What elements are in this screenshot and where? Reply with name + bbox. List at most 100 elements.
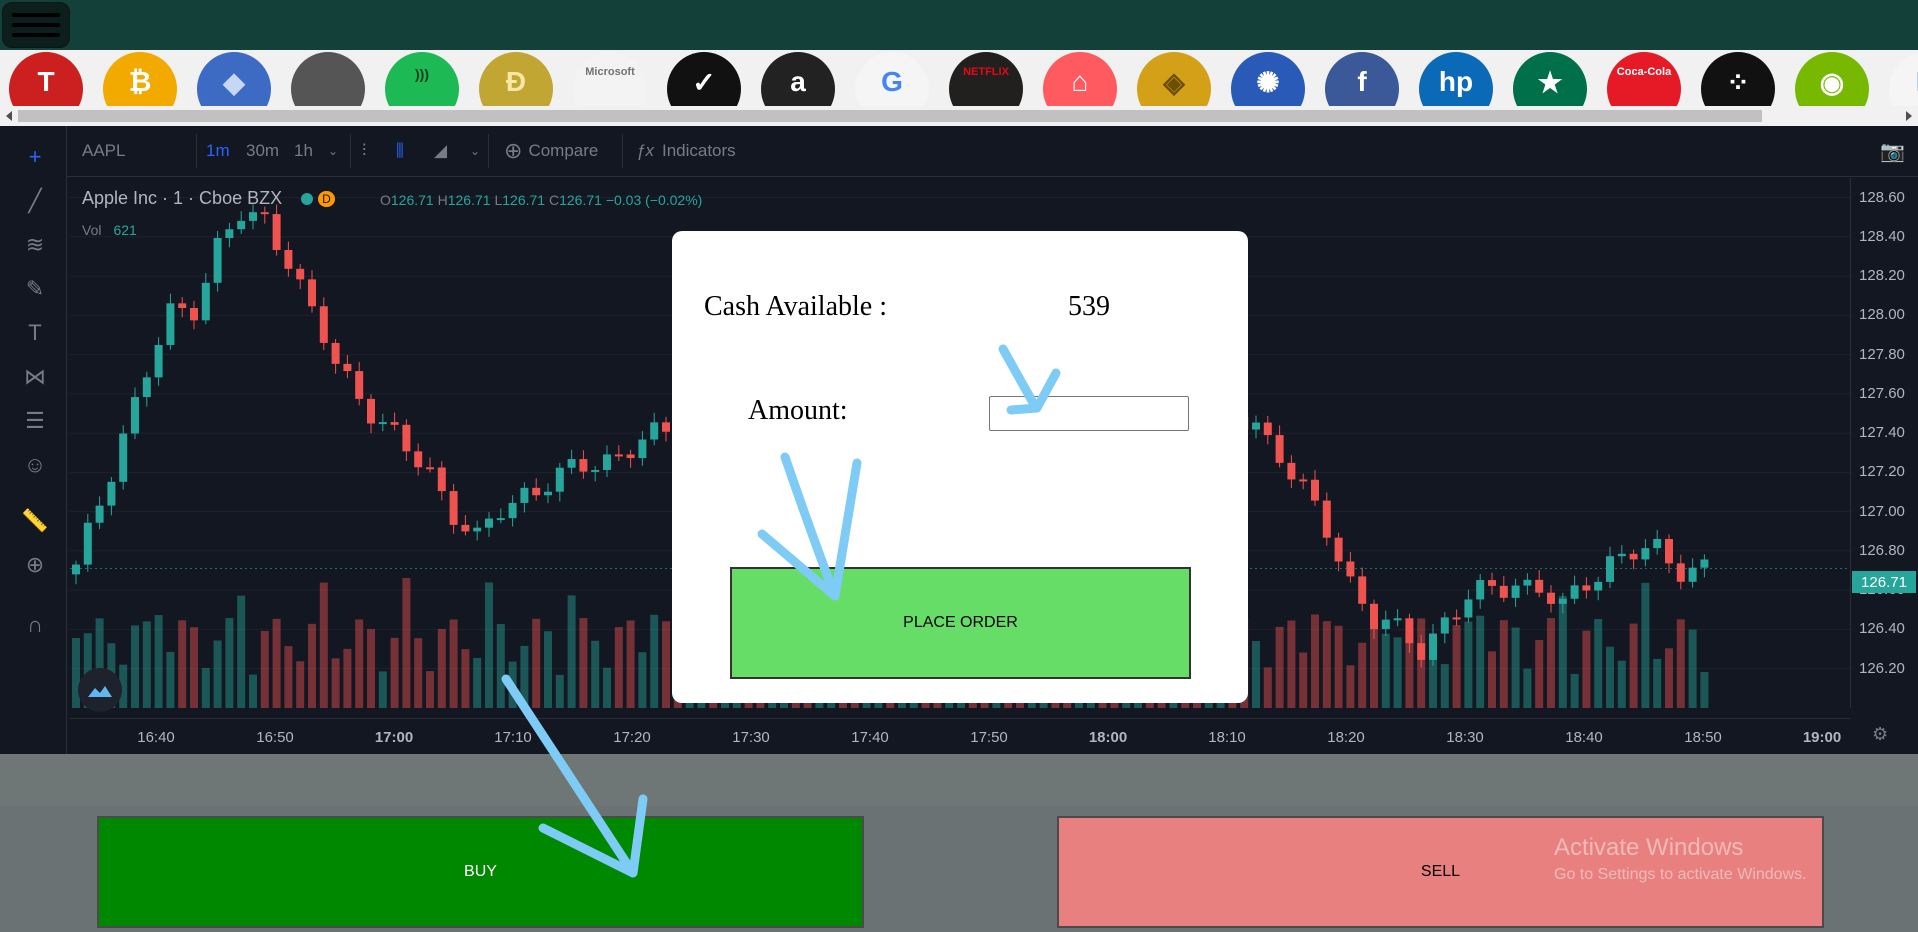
volume-bar: [390, 637, 399, 708]
interval-1h[interactable]: 1h: [294, 126, 313, 176]
ruler-icon[interactable]: 📏: [18, 506, 52, 536]
settings-gear-icon[interactable]: ⚙: [1872, 724, 1888, 745]
price-tick-label: 126.80: [1859, 541, 1905, 559]
magnet-icon[interactable]: ∩: [18, 610, 52, 640]
facebook-logo-icon[interactable]: f: [1325, 52, 1399, 106]
volume-bar: [1523, 668, 1532, 708]
zoom-in-icon[interactable]: ⊕: [18, 550, 52, 580]
candle-body: [520, 487, 529, 503]
compare-button[interactable]: ⊕ Compare: [504, 126, 598, 176]
interval-30m[interactable]: 30m: [246, 126, 279, 176]
candle-body: [1429, 633, 1437, 660]
logo-mark: ✓: [692, 67, 716, 98]
toolbar-divider: [622, 134, 623, 168]
candle-body: [449, 491, 458, 525]
price-tick-label: 128.60: [1859, 188, 1905, 206]
trend-line-icon[interactable]: ╱: [18, 186, 52, 216]
dogecoin-logo-icon[interactable]: Ð: [479, 52, 553, 106]
indicators-button[interactable]: ƒx Indicators: [636, 126, 736, 176]
candle-body: [131, 397, 139, 434]
hp-logo-icon[interactable]: hp: [1419, 52, 1493, 106]
volume-bar: [461, 649, 470, 708]
compare-label: Compare: [528, 141, 599, 160]
crosshair-icon[interactable]: +: [18, 142, 52, 172]
bitcoin-logo-icon[interactable]: ₿: [103, 52, 177, 106]
buy-button[interactable]: BUY: [97, 816, 864, 928]
volume-bar: [1488, 651, 1496, 708]
scroll-right-arrow-icon[interactable]: [1906, 111, 1912, 121]
logo-strip-scrollbar[interactable]: [0, 106, 1918, 126]
pattern-tool-icon[interactable]: ⋈: [18, 362, 52, 392]
plus-circle-icon: ⊕: [504, 138, 523, 163]
amazon-logo-icon[interactable]: a: [761, 52, 835, 106]
cocacola-logo-icon[interactable]: Coca-Cola: [1607, 52, 1681, 106]
tesla-logo-icon[interactable]: T: [9, 52, 83, 106]
volume-bar: [154, 615, 163, 708]
cardano-logo-icon[interactable]: ✺: [1231, 52, 1305, 106]
volume-value: 621: [113, 222, 137, 238]
volume-bar: [319, 582, 328, 708]
camera-icon[interactable]: 📷: [1880, 126, 1905, 176]
candle-body: [496, 518, 505, 521]
area-chart-type-icon[interactable]: ◢: [434, 126, 447, 176]
bar-chart-type-icon[interactable]: ⫶: [362, 126, 366, 176]
blackberry-logo-icon[interactable]: ⁘: [1701, 52, 1775, 106]
volume-bar: [166, 651, 175, 708]
candle-body: [1299, 479, 1308, 482]
time-tick-label: 17:10: [494, 729, 532, 746]
partial-logo-icon[interactable]: B: [1889, 52, 1918, 106]
candle-chart-type-icon[interactable]: ⫼: [396, 126, 404, 176]
scrollbar-thumb[interactable]: [18, 110, 1762, 122]
ethereum-logo-icon[interactable]: ◆: [197, 52, 271, 106]
volume-bar: [355, 619, 364, 708]
microsoft-logo-icon[interactable]: Microsoft: [573, 52, 647, 106]
emoji-icon[interactable]: ☺: [18, 450, 52, 480]
interval-1m[interactable]: 1m: [206, 126, 230, 176]
candle-body: [1653, 538, 1662, 549]
price-axis[interactable]: 128.60 128.40 128.20 128.00 127.80 127.60 127.…: [1850, 178, 1918, 708]
interval-dropdown-chevron-icon[interactable]: ⌄: [328, 126, 338, 176]
brush-icon[interactable]: ✎: [18, 274, 52, 304]
toolbar-divider: [350, 134, 351, 168]
volume-bar: [1570, 673, 1579, 708]
price-tick-label: 127.20: [1859, 463, 1905, 481]
text-tool-icon[interactable]: T: [18, 318, 52, 348]
candle-body: [154, 344, 163, 378]
volume-bar: [626, 620, 635, 708]
candle-body: [190, 307, 198, 321]
menu-hamburger-icon[interactable]: [2, 2, 70, 48]
volume-bar: [1334, 625, 1343, 708]
place-order-button[interactable]: PLACE ORDER: [730, 567, 1191, 679]
netflix-logo-icon[interactable]: NETFLIX: [949, 52, 1023, 106]
chart-top-toolbar: AAPL 1m 30m 1h ⌄ ⫶ ⫼ ◢ ⌄ ⊕ Compare ƒx In…: [66, 126, 1918, 177]
nike-logo-icon[interactable]: ✓: [667, 52, 741, 106]
starbucks-logo-icon[interactable]: ★: [1513, 52, 1587, 106]
candle-body: [1263, 422, 1272, 436]
candle-body: [508, 502, 517, 519]
amount-input[interactable]: [989, 396, 1189, 431]
binance-logo-icon[interactable]: ◈: [1137, 52, 1211, 106]
chart-legend-title: Apple Inc · 1 · Cboe BZX D: [82, 188, 335, 209]
airbnb-logo-icon[interactable]: ⌂: [1043, 52, 1117, 106]
scroll-left-arrow-icon[interactable]: [6, 111, 12, 121]
tradingview-logo-icon[interactable]: [78, 668, 122, 712]
symbol-search[interactable]: AAPL: [82, 126, 125, 176]
candle-body: [662, 422, 670, 432]
open-label: O: [380, 192, 391, 208]
candle-body: [1393, 618, 1402, 621]
candle-body: [367, 398, 375, 424]
candle-body: [567, 459, 576, 468]
top-nav-bar: [0, 0, 1918, 50]
fib-tool-icon[interactable]: ≋: [18, 230, 52, 260]
google-logo-icon[interactable]: G: [855, 52, 929, 106]
chart-type-chevron-icon[interactable]: ⌄: [470, 126, 480, 176]
nvidia-logo-icon[interactable]: ◉: [1795, 52, 1869, 106]
apple-logo-icon[interactable]: [291, 52, 365, 106]
sell-button[interactable]: SELL: [1057, 816, 1824, 928]
prediction-tool-icon[interactable]: ☰: [18, 406, 52, 436]
time-axis[interactable]: 16:40 16:50 17:00 17:10 17:20 17:30 17:40 17:50…: [70, 718, 1850, 755]
toolbar-divider: [196, 134, 197, 168]
logo-mark: a: [790, 66, 806, 97]
spotify-logo-icon[interactable]: ))): [385, 52, 459, 106]
volume-bar: [131, 625, 139, 708]
